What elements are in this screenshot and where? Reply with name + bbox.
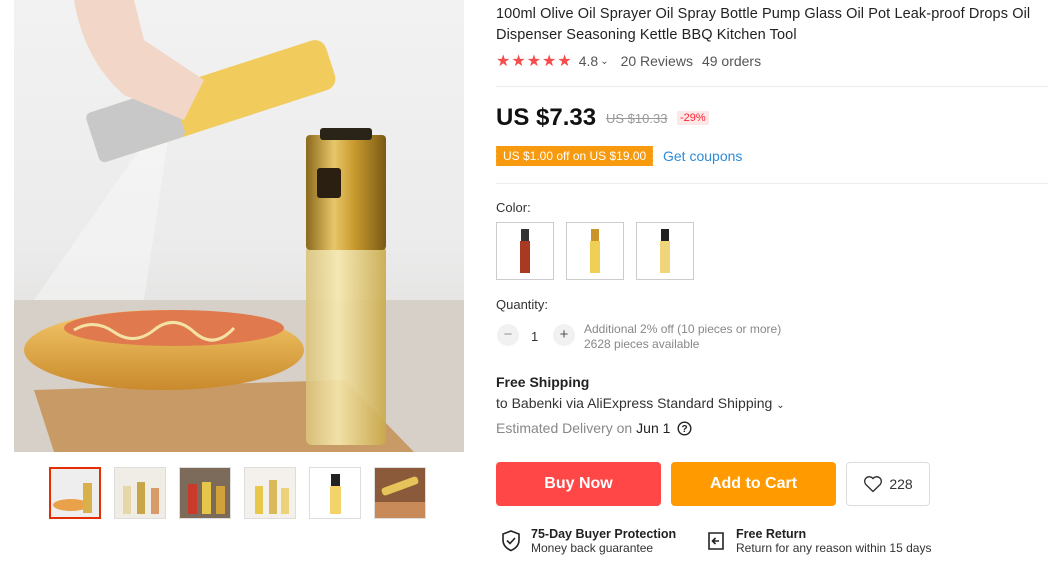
chevron-down-icon[interactable]: ⌄	[600, 56, 608, 67]
thumbnail-2[interactable]	[114, 467, 166, 519]
divider	[496, 86, 1048, 87]
thumbnail-image	[51, 469, 99, 517]
color-option-gold[interactable]	[566, 222, 624, 280]
divider	[496, 183, 1048, 184]
add-to-cart-button[interactable]: Add to Cart	[671, 462, 836, 506]
quantity-decrease-button[interactable]: −	[497, 324, 519, 346]
shipping-to: to	[496, 395, 508, 411]
buyer-protection[interactable]: 75-Day Buyer Protection Money back guara…	[500, 527, 676, 556]
heart-icon	[864, 476, 883, 493]
thumbnail-4[interactable]	[244, 467, 296, 519]
product-title: 100ml Olive Oil Sprayer Oil Spray Bottle…	[496, 6, 1031, 43]
estimated-delivery-label: Estimated Delivery on	[496, 420, 633, 436]
thumbnail-image	[375, 468, 425, 518]
thumbnail-6[interactable]	[374, 467, 426, 519]
oil-sprayer-photo	[14, 0, 464, 452]
orders-count: 49 orders	[701, 53, 762, 69]
thumbnail-3[interactable]	[179, 467, 231, 519]
help-icon[interactable]: ?	[677, 420, 692, 436]
original-price: US $10.33	[606, 111, 668, 126]
main-product-image[interactable]	[14, 0, 464, 452]
protection-subtitle: Money back guarantee	[531, 541, 654, 555]
return-title: Free Return	[736, 527, 807, 541]
quantity-increase-button[interactable]: +	[553, 324, 575, 346]
coupon-badge[interactable]: US $1.00 off on US $19.00	[493, 146, 654, 166]
reviews-link[interactable]: 20 Reviews	[621, 53, 693, 69]
quantity-input[interactable]: 1	[531, 329, 538, 344]
thumbnail-image	[310, 468, 360, 518]
get-coupons-link[interactable]: Get coupons	[663, 148, 742, 164]
rating-value[interactable]: 4.8	[579, 53, 598, 69]
star-icon: ★	[542, 53, 557, 70]
wishlist-button[interactable]: 228	[846, 462, 930, 506]
svg-text:?: ?	[682, 424, 688, 435]
shield-check-icon	[502, 530, 520, 552]
star-icon: ★	[526, 53, 542, 70]
buy-now-button[interactable]: Buy Now	[496, 462, 661, 506]
return-icon	[708, 532, 724, 550]
protection-title: 75-Day Buyer Protection	[531, 527, 677, 541]
free-return[interactable]: Free Return Return for any reason within…	[704, 527, 931, 556]
bulk-discount-note: Additional 2% off (10 pieces or more)	[584, 322, 782, 336]
color-label: Color:	[496, 200, 531, 215]
return-subtitle: Return for any reason within 15 days	[736, 541, 932, 555]
current-price: US $7.33	[496, 104, 597, 131]
chevron-down-icon[interactable]: ⌄	[776, 400, 784, 411]
thumbnail-5[interactable]	[309, 467, 361, 519]
thumbnail-image	[115, 468, 165, 518]
thumbnail-image	[245, 468, 295, 518]
thumbnail-image	[180, 468, 230, 518]
shipping-line[interactable]: to Babenki via AliExpress Standard Shipp…	[496, 395, 785, 411]
shipping-destination[interactable]: Babenki	[512, 395, 563, 411]
shipping-title: Free Shipping	[496, 374, 590, 390]
quantity-info: Additional 2% off (10 pieces or more) 26…	[584, 322, 781, 352]
estimated-delivery: Estimated Delivery on Jun 1 ?	[496, 420, 692, 436]
thumbnail-1[interactable]	[49, 467, 101, 519]
color-option-black[interactable]	[636, 222, 694, 280]
rating-row: ★ ★ ★ ★ ★ 4.8 ⌄ 20 Reviews 49 orders	[496, 52, 761, 70]
stock-available: 2628 pieces available	[584, 337, 700, 351]
estimated-delivery-date: Jun 1	[636, 420, 671, 436]
bottle-icon	[590, 229, 600, 273]
star-icon: ★	[557, 53, 572, 70]
discount-badge: -29%	[677, 111, 709, 125]
star-icon: ★	[511, 53, 526, 70]
bottle-icon	[660, 229, 670, 273]
color-option-red[interactable]	[496, 222, 554, 280]
coupon-text: US $1.00 off on US $19.00	[503, 149, 647, 163]
wishlist-count: 228	[889, 476, 913, 492]
star-icon: ★	[496, 53, 511, 70]
bottle-icon	[520, 229, 530, 273]
quantity-label: Quantity:	[496, 297, 549, 312]
shipping-method[interactable]: via AliExpress Standard Shipping	[566, 395, 772, 411]
